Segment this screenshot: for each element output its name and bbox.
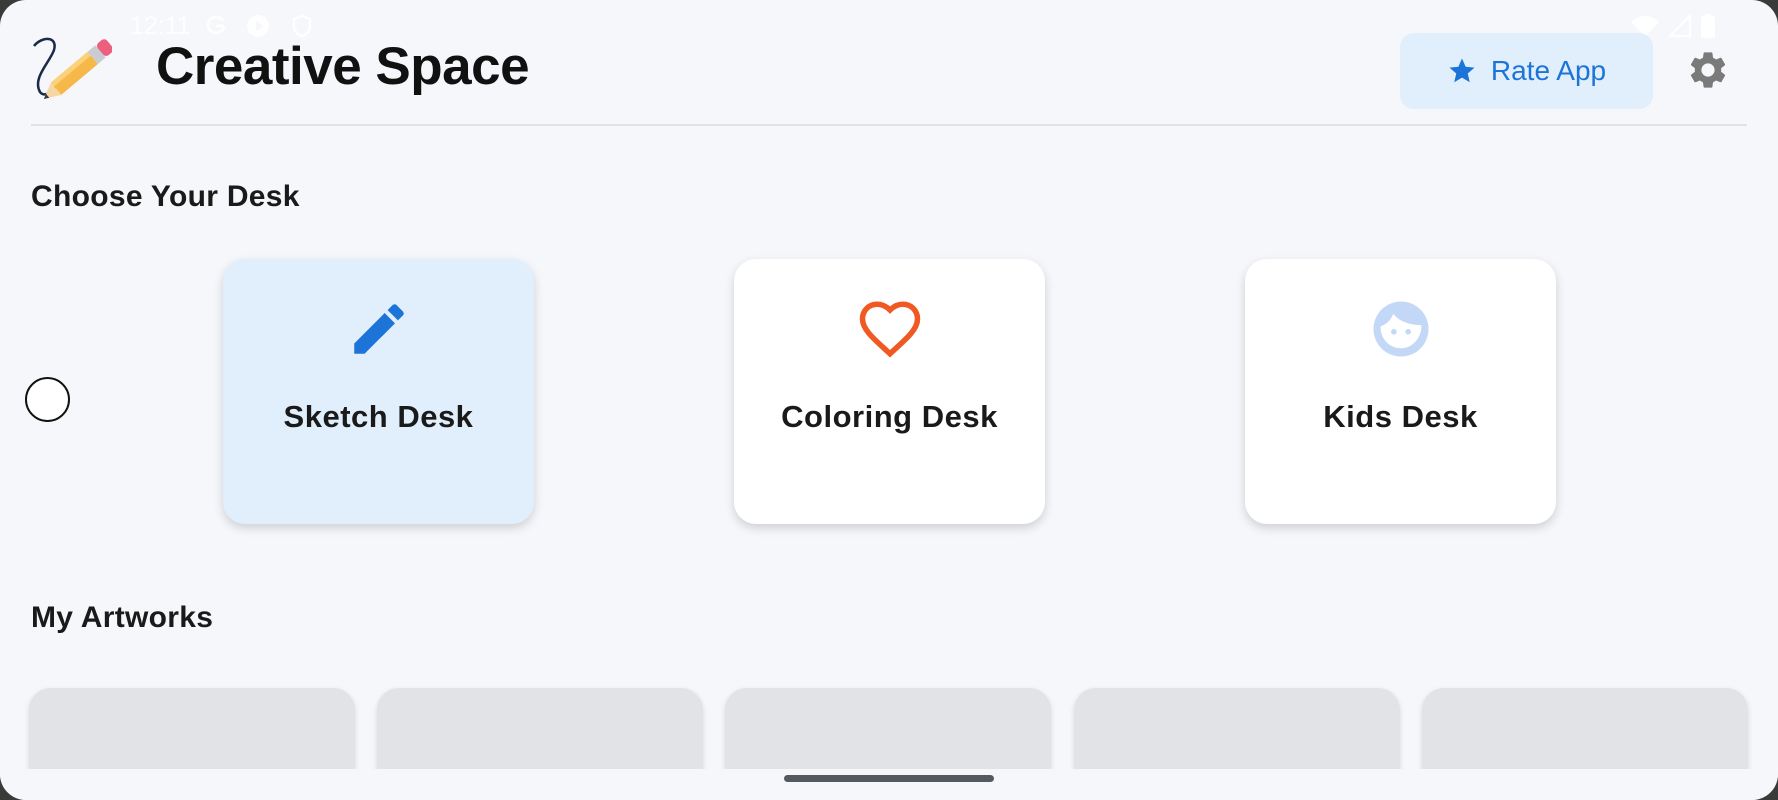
coloring-desk-label: Coloring Desk	[781, 399, 998, 434]
my-artworks-title: My Artworks	[31, 601, 214, 634]
home-gesture-handle[interactable]	[784, 775, 994, 782]
kids-desk-card[interactable]: Kids Desk	[1245, 259, 1556, 524]
rate-app-label: Rate App	[1490, 55, 1607, 86]
pencil-scribble-logo	[33, 37, 112, 99]
star-icon	[1449, 58, 1475, 83]
header-divider	[31, 124, 1747, 126]
child-face-icon	[1373, 301, 1429, 357]
app-screen: 12:11 Creative Space Rate App Choose You…	[0, 0, 1778, 800]
desk-radio-button[interactable]	[25, 377, 70, 422]
app-title: Creative Space	[156, 37, 530, 96]
app-header: Creative Space Rate App	[0, 0, 1778, 126]
heart-outline-icon	[859, 301, 921, 358]
coloring-desk-card[interactable]: Coloring Desk	[734, 259, 1045, 524]
gear-icon[interactable]	[1686, 48, 1730, 92]
pencil-icon	[354, 304, 404, 354]
kids-desk-label: Kids Desk	[1323, 399, 1478, 434]
sketch-desk-card[interactable]: Sketch Desk	[223, 259, 534, 524]
navigation-bar	[0, 769, 1778, 800]
sketch-desk-label: Sketch Desk	[283, 399, 474, 434]
rate-app-button[interactable]: Rate App	[1400, 33, 1653, 109]
choose-desk-title: Choose Your Desk	[31, 180, 300, 213]
